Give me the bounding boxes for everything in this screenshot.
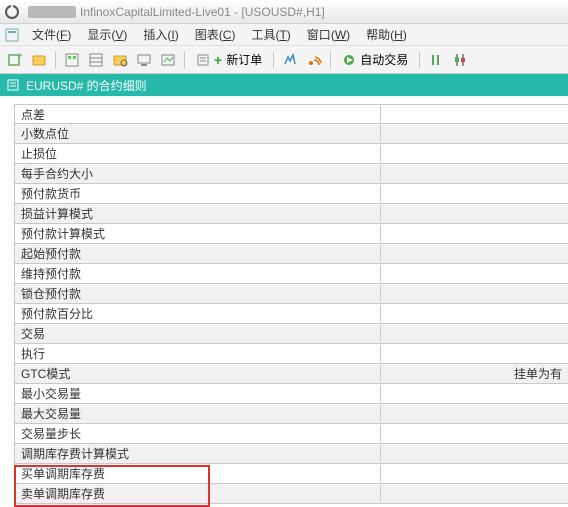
tb-strategy-tester-icon[interactable] xyxy=(157,49,179,71)
spec-row-label: 小数点位 xyxy=(15,125,381,142)
tb-signals-icon[interactable] xyxy=(303,49,325,71)
tb-navigator-icon[interactable] xyxy=(109,49,131,71)
panel-header: EURUSD# 的合约细则 xyxy=(0,74,568,96)
menu-view[interactable]: 显示(V) xyxy=(79,24,135,45)
app-icon xyxy=(4,4,20,20)
spec-row-label: 预付款计算模式 xyxy=(15,225,381,242)
menu-window[interactable]: 窗口(W) xyxy=(299,24,358,45)
spec-row[interactable]: 预付款货币 xyxy=(15,184,568,204)
spec-row[interactable]: 调期库存费计算模式 xyxy=(15,444,568,464)
spec-row-label: 执行 xyxy=(15,345,381,362)
tb-candlestick-icon[interactable] xyxy=(449,49,471,71)
toolbar-separator xyxy=(184,51,185,69)
spec-row[interactable]: 起始预付款 xyxy=(15,244,568,264)
spec-row[interactable]: 锁仓预付款 xyxy=(15,284,568,304)
spec-row-label: 起始预付款 xyxy=(15,245,381,262)
spec-row[interactable]: 最小交易量 xyxy=(15,384,568,404)
menu-help[interactable]: 帮助(H) xyxy=(358,24,415,45)
spec-icon xyxy=(6,78,20,92)
spec-row-label: 调期库存费计算模式 xyxy=(15,445,381,462)
auto-trading-label: 自动交易 xyxy=(360,51,408,68)
tb-metaquotes-icon[interactable] xyxy=(279,49,301,71)
spec-row-label: 损益计算模式 xyxy=(15,205,381,222)
menu-insert[interactable]: 插入(I) xyxy=(135,24,186,45)
spec-row-label: 卖单调期库存费 xyxy=(15,485,381,502)
toolbar: + + 新订单 自动交易 xyxy=(0,46,568,74)
spec-row[interactable]: 执行 xyxy=(15,344,568,364)
spec-row-label: 买单调期库存费 xyxy=(15,465,381,482)
spec-row-label: 维持预付款 xyxy=(15,265,381,282)
spec-row[interactable]: 止损位 xyxy=(15,144,568,164)
menu-charts[interactable]: 图表(C) xyxy=(187,24,244,45)
spec-row[interactable]: 点差 xyxy=(15,104,568,124)
specification-grid: 点差小数点位止损位每手合约大小预付款货币损益计算模式预付款计算模式起始预付款维持… xyxy=(14,104,568,504)
spec-row-label: 交易 xyxy=(15,325,381,342)
window-titlebar: InfinoxCapitalLimited-Live01 - [USOUSD#,… xyxy=(0,0,568,24)
tb-data-window-icon[interactable] xyxy=(85,49,107,71)
tb-terminal-icon[interactable] xyxy=(133,49,155,71)
spec-row-label: 锁仓预付款 xyxy=(15,285,381,302)
spec-row[interactable]: 最大交易量 xyxy=(15,404,568,424)
spec-row[interactable]: 买单调期库存费 xyxy=(15,464,568,484)
toolbar-separator xyxy=(273,51,274,69)
spec-row[interactable]: 预付款计算模式 xyxy=(15,224,568,244)
spec-row-label: 点差 xyxy=(15,106,381,123)
tb-market-watch-icon[interactable] xyxy=(61,49,83,71)
toolbar-separator xyxy=(55,51,56,69)
spec-row-label: 止损位 xyxy=(15,145,381,162)
menu-bar: 文件(F) 显示(V) 插入(I) 图表(C) 工具(T) 窗口(W) 帮助(H… xyxy=(0,24,568,46)
spec-row[interactable]: 损益计算模式 xyxy=(15,204,568,224)
svg-text:+: + xyxy=(17,52,23,62)
tb-new-order-button[interactable]: + 新订单 xyxy=(190,49,268,71)
spec-row-label: 交易量步长 xyxy=(15,425,381,442)
menu-tools[interactable]: 工具(T) xyxy=(243,24,298,45)
spec-row-label: 预付款百分比 xyxy=(15,305,381,322)
toolbar-separator xyxy=(330,51,331,69)
spec-row[interactable]: 维持预付款 xyxy=(15,264,568,284)
spec-row-label: GTC模式 xyxy=(15,365,381,382)
menu-file[interactable]: 文件(F) xyxy=(24,24,79,45)
window-title: InfinoxCapitalLimited-Live01 - [USOUSD#,… xyxy=(80,5,325,19)
new-order-label: 新订单 xyxy=(226,51,262,68)
account-id-redacted xyxy=(28,6,76,18)
spec-row-label: 预付款货币 xyxy=(15,185,381,202)
spec-row-label: 最小交易量 xyxy=(15,385,381,402)
tb-new-chart-icon[interactable]: + xyxy=(4,49,26,71)
tb-profiles-icon[interactable] xyxy=(28,49,50,71)
spec-row[interactable]: 预付款百分比 xyxy=(15,304,568,324)
menu-dropdown-icon[interactable] xyxy=(4,27,20,43)
panel-title: EURUSD# 的合约细则 xyxy=(26,77,147,94)
spec-row-label: 最大交易量 xyxy=(15,405,381,422)
spec-row[interactable]: 小数点位 xyxy=(15,124,568,144)
tb-bar-chart-icon[interactable] xyxy=(425,49,447,71)
spec-row[interactable]: 卖单调期库存费 xyxy=(15,484,568,504)
spec-row[interactable]: 每手合约大小 xyxy=(15,164,568,184)
spec-row[interactable]: 交易 xyxy=(15,324,568,344)
toolbar-separator xyxy=(419,51,420,69)
tb-auto-trading-button[interactable]: 自动交易 xyxy=(336,49,414,71)
spec-row-value: 挂单为有 xyxy=(381,365,568,382)
plus-icon: + xyxy=(214,52,222,68)
spec-row[interactable]: GTC模式挂单为有 xyxy=(15,364,568,384)
spec-row[interactable]: 交易量步长 xyxy=(15,424,568,444)
specification-panel: 点差小数点位止损位每手合约大小预付款货币损益计算模式预付款计算模式起始预付款维持… xyxy=(0,96,568,507)
spec-row-label: 每手合约大小 xyxy=(15,165,381,182)
